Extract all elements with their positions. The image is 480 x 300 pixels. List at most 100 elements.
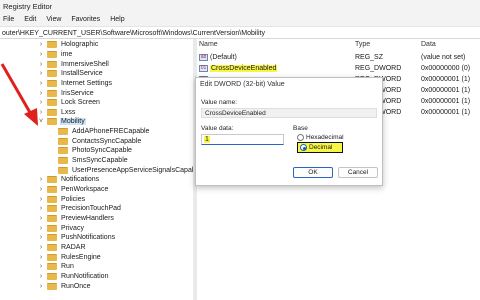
tree-node[interactable]: › Holographic <box>37 40 99 50</box>
tree-node[interactable]: UserPresenceAppServiceSignalsCapable <box>48 165 193 175</box>
value-data-cell: 0x00000000 (0) <box>421 64 471 72</box>
tree-node[interactable]: SmsSyncCapable <box>48 156 129 166</box>
cancel-button[interactable]: Cancel <box>338 167 378 178</box>
menu-view[interactable]: View <box>46 16 61 26</box>
tree-node[interactable]: › ime <box>37 50 73 60</box>
folder-icon <box>47 282 57 290</box>
tree-node-label: ImmersiveShell <box>61 60 109 68</box>
folder-icon <box>47 272 57 280</box>
value-name-field: CrossDeviceEnabled <box>201 108 377 118</box>
value-row[interactable]: 01 CrossDeviceEnabled REG_DWORD 0x00000000 … <box>197 63 480 73</box>
tree-node[interactable]: AddAPhoneFRECapable <box>48 127 150 137</box>
tree-node-label: RunNotification <box>61 272 109 280</box>
tree-node[interactable]: › PrecisionTouchPad <box>37 204 122 214</box>
red-arrow-annotation <box>0 63 38 126</box>
ok-button[interactable]: OK <box>293 167 333 178</box>
chevron-right-icon[interactable]: › <box>37 234 45 241</box>
value-row[interactable]: ab (Default) REG_SZ (value not set) <box>197 52 480 62</box>
folder-icon <box>47 195 57 203</box>
decimal-label: Decimal <box>309 144 333 151</box>
chevron-right-icon[interactable]: › <box>37 41 45 48</box>
value-data-input[interactable]: 1 <box>201 134 284 145</box>
chevron-right-icon[interactable]: › <box>37 186 45 193</box>
chevron-right-icon[interactable]: › <box>37 205 45 212</box>
tree-node-label: SmsSyncCapable <box>72 157 128 165</box>
value-type-cell: REG_SZ <box>355 53 384 61</box>
chevron-right-icon[interactable]: › <box>37 225 45 232</box>
value-data-label: Value data: <box>201 125 234 132</box>
chevron-right-icon[interactable]: › <box>37 273 45 280</box>
menu-edit[interactable]: Edit <box>24 16 36 26</box>
folder-icon <box>47 186 57 193</box>
tree-node[interactable]: ContactsSyncCapable <box>48 137 142 147</box>
tree-node[interactable]: PhotoSyncCapable <box>48 146 133 156</box>
hexadecimal-radio[interactable]: Hexadecimal <box>297 134 344 141</box>
tree-node-label: Privacy <box>61 224 84 232</box>
column-header-data[interactable]: Data <box>421 41 436 48</box>
value-name-text: CrossDeviceEnabled <box>210 64 278 72</box>
edit-dword-dialog: Edit DWORD (32-bit) Value Value name: Cr… <box>195 77 383 186</box>
folder-icon <box>58 157 68 165</box>
tree-node-label: IrisService <box>61 89 94 97</box>
tree-node-label: Policies <box>61 195 86 203</box>
tree-node[interactable]: › RADAR <box>37 243 87 253</box>
chevron-right-icon[interactable]: › <box>37 263 45 270</box>
menu-help[interactable]: Help <box>110 16 124 26</box>
chevron-right-icon[interactable]: › <box>37 254 45 261</box>
title-bar: Registry Editor <box>0 0 480 12</box>
tree-node[interactable]: › PushNotifications <box>37 233 116 243</box>
value-name-label: Value name: <box>201 99 238 106</box>
folder-icon <box>47 214 57 222</box>
folder-icon <box>47 253 57 261</box>
tree-node[interactable]: › RunOnce <box>37 281 92 291</box>
tree-node[interactable]: › PreviewHandlers <box>37 214 115 224</box>
tree-node[interactable]: › Run <box>37 262 75 272</box>
dword-value-icon: 01 <box>199 64 208 72</box>
folder-icon <box>47 224 57 232</box>
tree-node-label: AddAPhoneFRECapable <box>72 128 150 136</box>
folder-icon <box>47 234 57 242</box>
decimal-radio[interactable]: Decimal <box>300 144 332 151</box>
tree-node[interactable]: › RulesEngine <box>37 252 102 262</box>
tree-node[interactable]: › RunNotification <box>37 272 109 282</box>
tree-node-label: Lxss <box>61 108 76 116</box>
tree-node[interactable]: › Notifications <box>37 175 100 185</box>
folder-icon <box>47 50 57 58</box>
tree-node[interactable]: › PenWorkspace <box>37 185 109 195</box>
value-data-cell: (value not set) <box>421 53 466 61</box>
tree-node-label: PrecisionTouchPad <box>61 205 121 213</box>
tree-node[interactable]: › Policies <box>37 194 86 204</box>
tree-node-label: Lock Screen <box>61 99 100 107</box>
menu-bar: File Edit View Favorites Help <box>0 12 480 26</box>
tree-node-label: PhotoSyncCapable <box>72 147 132 155</box>
base-group-label: Base <box>293 125 308 132</box>
chevron-right-icon[interactable]: › <box>37 176 45 183</box>
value-data-text: 1 <box>204 136 210 143</box>
tree-node-label: PenWorkspace <box>61 186 109 193</box>
address-bar[interactable]: outer\HKEY_CURRENT_USER\Software\Microso… <box>0 26 480 39</box>
chevron-right-icon[interactable]: › <box>37 283 45 290</box>
value-data-cell: 0x00000001 (1) <box>421 86 471 94</box>
chevron-right-icon[interactable]: › <box>37 196 45 203</box>
tree-node-label: ContactsSyncCapable <box>72 137 142 145</box>
tree-node[interactable]: › Privacy <box>37 223 85 233</box>
registry-editor-window: Registry Editor File Edit View Favorites… <box>0 0 480 300</box>
tree-node-label: RunOnce <box>61 282 91 290</box>
chevron-right-icon[interactable]: › <box>37 215 45 222</box>
dialog-title: Edit DWORD (32-bit) Value <box>200 81 285 88</box>
tree-node-label: ime <box>61 50 73 58</box>
tree-node-label: Internet Settings <box>61 79 112 87</box>
column-header-type[interactable]: Type <box>355 41 370 48</box>
tree-node-label: RADAR <box>61 243 86 251</box>
tree-node-label: PreviewHandlers <box>61 214 114 222</box>
folder-icon <box>58 166 68 174</box>
chevron-right-icon[interactable]: › <box>37 51 45 58</box>
column-header-name[interactable]: Name <box>199 41 218 48</box>
folder-icon <box>47 176 57 184</box>
tree-node-label: UserPresenceAppServiceSignalsCapable <box>72 166 193 174</box>
chevron-right-icon[interactable]: › <box>37 244 45 251</box>
menu-favorites[interactable]: Favorites <box>71 16 100 26</box>
tree-node-label: RulesEngine <box>61 253 101 261</box>
menu-file[interactable]: File <box>3 16 14 26</box>
folder-icon <box>47 263 57 271</box>
